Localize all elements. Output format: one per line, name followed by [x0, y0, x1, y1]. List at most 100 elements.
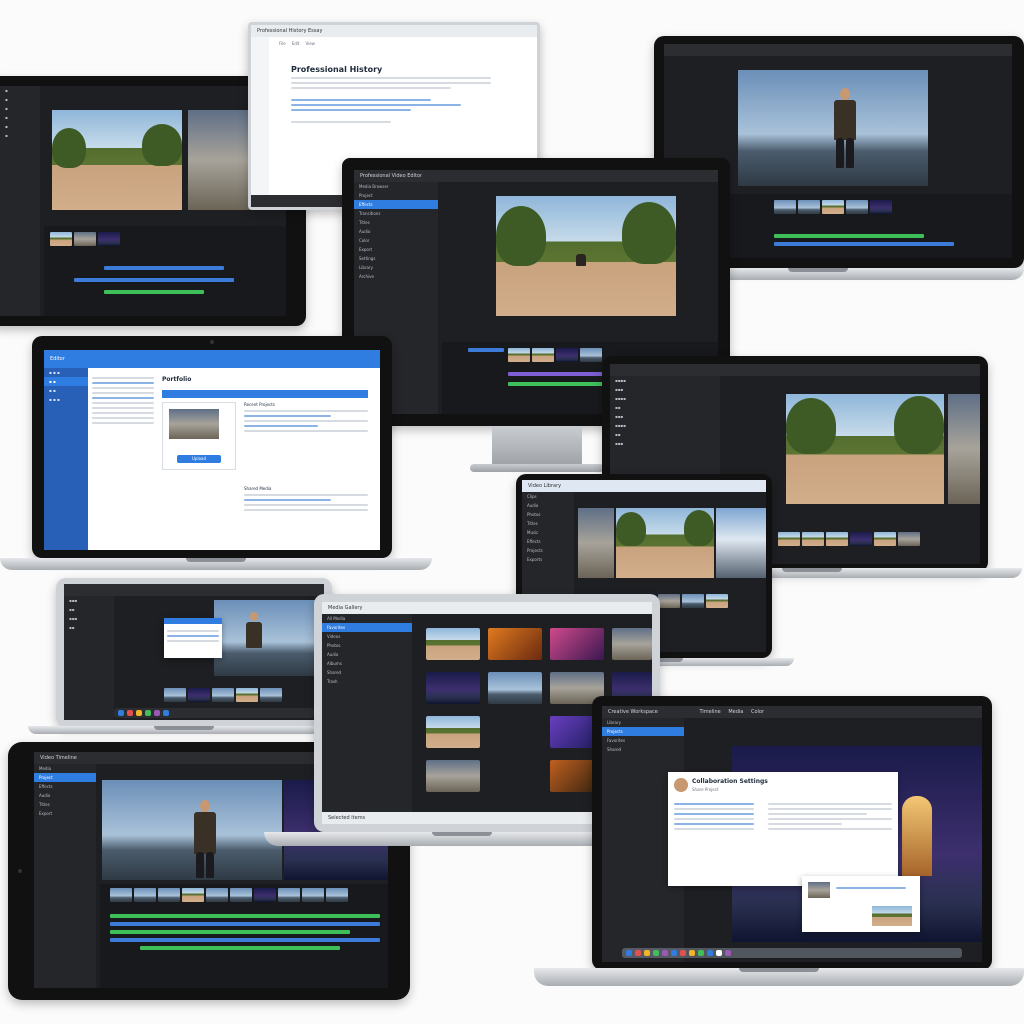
- video-preview[interactable]: [52, 110, 182, 210]
- timeline-panel[interactable]: [100, 884, 388, 988]
- sidebar-item[interactable]: Archive: [354, 272, 438, 281]
- share-card[interactable]: [802, 876, 920, 932]
- sidebar-item-active[interactable]: Project: [34, 773, 96, 782]
- media-tile[interactable]: [426, 672, 480, 704]
- video-preview[interactable]: [496, 196, 676, 316]
- timeline-track[interactable]: [110, 930, 350, 934]
- media-tile[interactable]: [426, 760, 480, 792]
- workspace-menu-timeline[interactable]: Timeline: [699, 709, 720, 715]
- sidebar-item[interactable]: ▪: [0, 86, 40, 95]
- sidebar-item[interactable]: Favorites: [602, 736, 684, 745]
- sidebar-item[interactable]: ▪▪▪▪: [610, 376, 720, 385]
- sidebar-item[interactable]: Clips: [522, 492, 574, 501]
- doc-menu-view[interactable]: View: [305, 41, 315, 46]
- timeline-track[interactable]: [140, 946, 340, 950]
- timeline-track[interactable]: [774, 242, 954, 246]
- sidebar-item[interactable]: Export: [354, 245, 438, 254]
- sidebar-item[interactable]: Library: [602, 718, 684, 727]
- timeline-track[interactable]: [110, 938, 380, 942]
- media-tile[interactable]: [612, 628, 652, 660]
- timeline-panel[interactable]: [44, 226, 286, 316]
- timeline-track[interactable]: [468, 348, 504, 352]
- sidebar-item[interactable]: Color: [354, 236, 438, 245]
- timeline-track[interactable]: [74, 278, 234, 282]
- sidebar-item[interactable]: Titles: [34, 800, 96, 809]
- sidebar-item[interactable]: ▪: [0, 95, 40, 104]
- sidebar-item[interactable]: Effects: [522, 537, 574, 546]
- sidebar-item[interactable]: Audio: [522, 501, 574, 510]
- sidebar-item[interactable]: Effects: [34, 782, 96, 791]
- sidebar-item[interactable]: Project: [354, 191, 438, 200]
- clip-strip[interactable]: [778, 532, 920, 546]
- media-tile[interactable]: [426, 716, 480, 748]
- doc-menu-file[interactable]: File: [279, 41, 286, 46]
- video-preview[interactable]: [102, 780, 282, 880]
- sidebar-item[interactable]: Transitions: [354, 209, 438, 218]
- sidebar-item[interactable]: Albums: [322, 659, 412, 668]
- video-preview[interactable]: [616, 508, 714, 578]
- sidebar-item[interactable]: Library: [354, 263, 438, 272]
- sidebar-item[interactable]: Photos: [322, 641, 412, 650]
- sidebar-item[interactable]: ▪▪▪: [610, 385, 720, 394]
- media-tile[interactable]: [578, 508, 614, 578]
- app-brand[interactable]: Editor: [50, 356, 65, 362]
- sidebar-item-active[interactable]: Projects: [602, 727, 684, 736]
- sidebar-item[interactable]: ▪▪: [64, 605, 114, 614]
- sidebar-item[interactable]: ▪▪▪▪: [610, 394, 720, 403]
- contact-list[interactable]: [674, 800, 754, 833]
- workspace-menu-media[interactable]: Media: [728, 709, 743, 715]
- sidebar-item[interactable]: ▪▪: [610, 403, 720, 412]
- sidebar-item[interactable]: Audio: [34, 791, 96, 800]
- media-tile[interactable]: [716, 508, 766, 578]
- sidebar-item[interactable]: All Media: [322, 614, 412, 623]
- sidebar-item-active[interactable]: Effects: [354, 200, 438, 209]
- sidebar-item[interactable]: Exports: [522, 555, 574, 564]
- media-tile[interactable]: [426, 628, 480, 660]
- sidebar-item[interactable]: ▪▪▪▪: [610, 421, 720, 430]
- media-tile[interactable]: [550, 628, 604, 660]
- sidebar-item[interactable]: Settings: [354, 254, 438, 263]
- sidebar-item[interactable]: ▪ ▪ ▪: [44, 368, 88, 377]
- media-tile[interactable]: [488, 628, 542, 660]
- sidebar-item[interactable]: ▪▪▪: [610, 439, 720, 448]
- sidebar-item[interactable]: Audio: [354, 227, 438, 236]
- timeline-track[interactable]: [110, 922, 380, 926]
- sidebar-item[interactable]: ▪▪: [610, 430, 720, 439]
- doc-body[interactable]: Professional History: [291, 65, 491, 126]
- workspace-menu-color[interactable]: Color: [751, 709, 764, 715]
- sidebar-item[interactable]: ▪▪▪: [64, 596, 114, 605]
- sidebar-item[interactable]: ▪ ▪: [44, 386, 88, 395]
- sidebar-item[interactable]: ▪▪▪: [64, 614, 114, 623]
- sidebar-item-active[interactable]: Favorites: [322, 623, 412, 632]
- video-preview[interactable]: [786, 394, 944, 504]
- sidebar-item[interactable]: ▪: [0, 122, 40, 131]
- sidebar-item[interactable]: Music: [522, 528, 574, 537]
- collaboration-dialog[interactable]: Collaboration Settings Share Project: [668, 772, 898, 886]
- timeline-track[interactable]: [104, 266, 224, 270]
- profile-card[interactable]: Upload: [162, 402, 236, 470]
- timeline-track[interactable]: [774, 234, 924, 238]
- sidebar-item[interactable]: Trash: [322, 677, 412, 686]
- doc-tab[interactable]: Professional History Essay: [251, 25, 537, 37]
- sidebar-item[interactable]: Titles: [354, 218, 438, 227]
- timeline-track[interactable]: [104, 290, 204, 294]
- sidebar-item[interactable]: Shared: [602, 745, 684, 754]
- video-preview[interactable]: [738, 70, 928, 186]
- sidebar-item[interactable]: Photos: [522, 510, 574, 519]
- sidebar-item[interactable]: Media Browser: [354, 182, 438, 191]
- sidebar-item[interactable]: Projects: [522, 546, 574, 555]
- sidebar-item[interactable]: Shared: [322, 668, 412, 677]
- doc-menu-edit[interactable]: Edit: [292, 41, 300, 46]
- sidebar-item[interactable]: Videos: [322, 632, 412, 641]
- timeline-track[interactable]: [110, 914, 380, 918]
- popup-panel[interactable]: [164, 618, 222, 658]
- sidebar-item[interactable]: ▪ ▪ ▪: [44, 395, 88, 404]
- sidebar-item-active[interactable]: ▪ ▪: [44, 377, 88, 386]
- sidebar-item[interactable]: ▪: [0, 131, 40, 140]
- sidebar-item[interactable]: ▪: [0, 113, 40, 122]
- sidebar-item[interactable]: Media: [34, 764, 96, 773]
- sidebar-item[interactable]: ▪: [0, 104, 40, 113]
- video-preview-secondary[interactable]: [188, 110, 250, 210]
- sidebar-item[interactable]: ▪▪: [64, 623, 114, 632]
- video-preview-secondary[interactable]: [948, 394, 980, 504]
